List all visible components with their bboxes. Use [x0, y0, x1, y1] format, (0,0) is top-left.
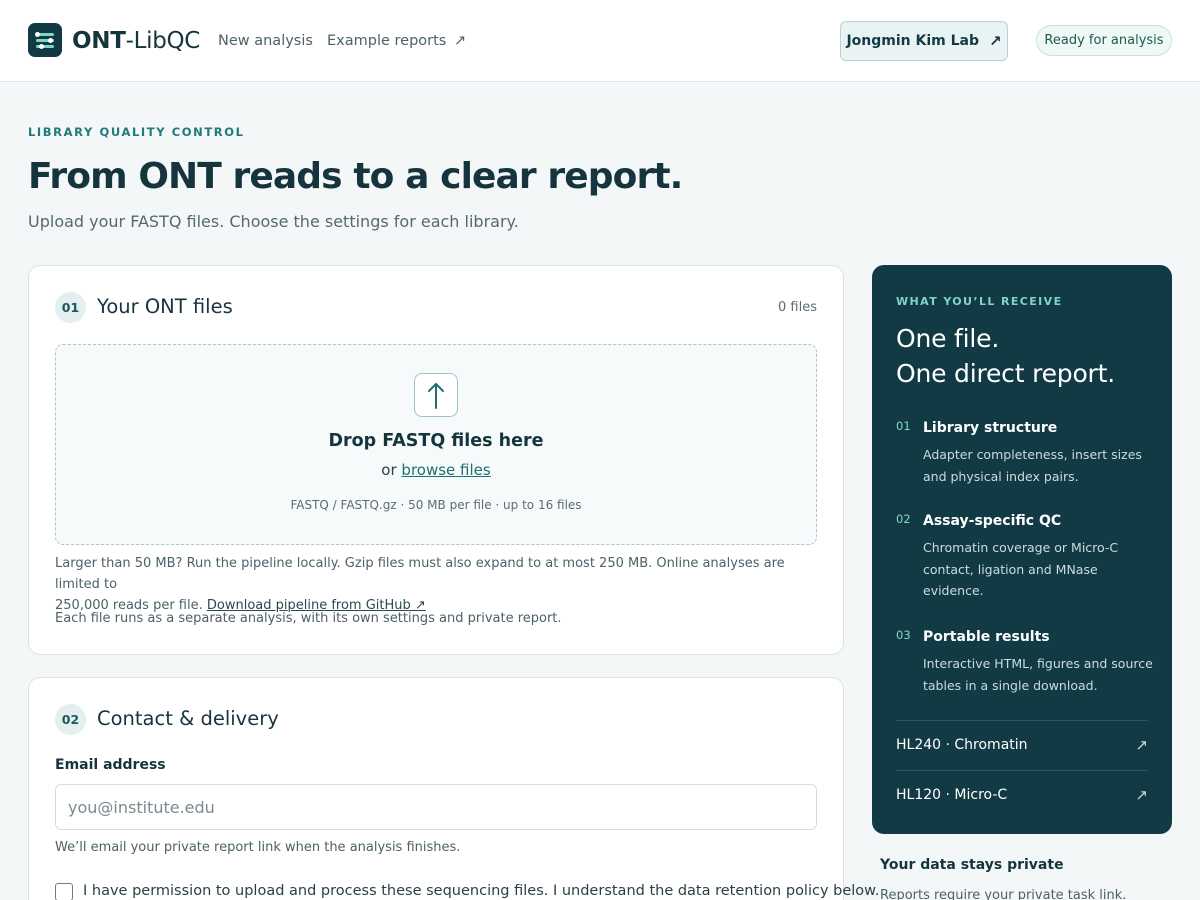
lab-link-button[interactable]: Jongmin Kim Lab ↗: [840, 21, 1008, 61]
browse-files-link[interactable]: browse files: [401, 461, 490, 479]
lab-link-label: Jongmin Kim Lab: [846, 33, 979, 49]
example-report-label: HL120 · Micro-C: [896, 787, 1008, 803]
email-help-text: We’ll email your private report link whe…: [55, 840, 461, 855]
external-link-icon: ↗: [988, 32, 1002, 50]
external-link-icon: ↗: [1135, 736, 1148, 754]
feature-title: Assay-specific QC: [923, 513, 1062, 529]
feature-description: Adapter completeness, insert sizes and p…: [923, 447, 1142, 484]
step-badge: 02: [55, 704, 86, 735]
nav-example-reports-label: Example reports: [327, 33, 447, 49]
feature-number: 01: [896, 419, 911, 433]
page-title: From ONT reads to a clear report.: [28, 156, 683, 197]
file-dropzone[interactable]: Drop FASTQ files here or browse files FA…: [55, 344, 817, 545]
panel-heading-line1: One file.: [896, 324, 1000, 353]
feature-description: Interactive HTML, figures and source tab…: [923, 656, 1153, 693]
size-limit-note: Larger than 50 MB? Run the pipeline loca…: [55, 553, 817, 616]
page-subtitle: Upload your FASTQ files. Choose the sett…: [28, 212, 519, 231]
section-eyebrow: LIBRARY QUALITY CONTROL: [28, 125, 245, 139]
dropzone-title: Drop FASTQ files here: [328, 431, 544, 451]
external-link-icon: ↗: [453, 33, 467, 49]
email-field[interactable]: [55, 784, 817, 830]
brand-name[interactable]: ONT-LibQC: [72, 26, 200, 56]
feature-title: Portable results: [923, 629, 1050, 645]
contact-card-title: Contact & delivery: [97, 707, 279, 730]
nav-new-analysis[interactable]: New analysis: [218, 31, 313, 51]
email-label: Email address: [55, 757, 166, 773]
separate-analysis-note: Each file runs as a separate analysis, w…: [55, 611, 562, 626]
dropzone-file-limits: FASTQ / FASTQ.gz · 50 MB per file · up t…: [290, 498, 582, 512]
panel-eyebrow: WHAT YOU’LL RECEIVE: [896, 295, 1063, 308]
dropzone-or-text: or: [381, 461, 397, 479]
example-report-link-hl240[interactable]: HL240 · Chromatin ↗: [896, 721, 1148, 769]
example-report-link-hl120[interactable]: HL120 · Micro-C ↗: [896, 771, 1148, 819]
feature-number: 02: [896, 512, 911, 526]
step-badge: 01: [55, 292, 86, 323]
consent-label[interactable]: I have permission to upload and process …: [83, 883, 879, 899]
status-badge: Ready for analysis: [1036, 25, 1172, 56]
files-card: 01 Your ONT files 0 files Drop FASTQ fil…: [28, 265, 844, 655]
consent-checkbox[interactable]: [55, 883, 73, 900]
external-link-icon: ↗: [1135, 786, 1148, 804]
nav-example-reports[interactable]: Example reports ↗: [327, 31, 466, 51]
logo-icon[interactable]: [28, 23, 62, 57]
deliverables-panel: WHAT YOU’LL RECEIVE One file. One direct…: [872, 265, 1172, 834]
example-report-label: HL240 · Chromatin: [896, 737, 1028, 753]
upload-arrow-icon: [414, 373, 458, 417]
privacy-text: Reports require your private task link.: [880, 888, 1127, 900]
feature-title: Library structure: [923, 420, 1058, 436]
size-limit-note-line1: Larger than 50 MB? Run the pipeline loca…: [55, 556, 785, 592]
dropzone-or-line: or browse files: [56, 461, 816, 479]
panel-heading-line2: One direct report.: [896, 359, 1115, 388]
contact-card: 02 Contact & delivery Email address We’l…: [28, 677, 879, 900]
feature-description: Chromatin coverage or Micro-C contact, l…: [923, 540, 1119, 598]
files-card-title: Your ONT files: [97, 295, 233, 318]
top-bar: ONT-LibQC New analysis Example reports ↗…: [0, 0, 1200, 82]
file-count: 0 files: [778, 300, 817, 315]
privacy-title: Your data stays private: [880, 857, 1064, 873]
feature-number: 03: [896, 628, 911, 642]
